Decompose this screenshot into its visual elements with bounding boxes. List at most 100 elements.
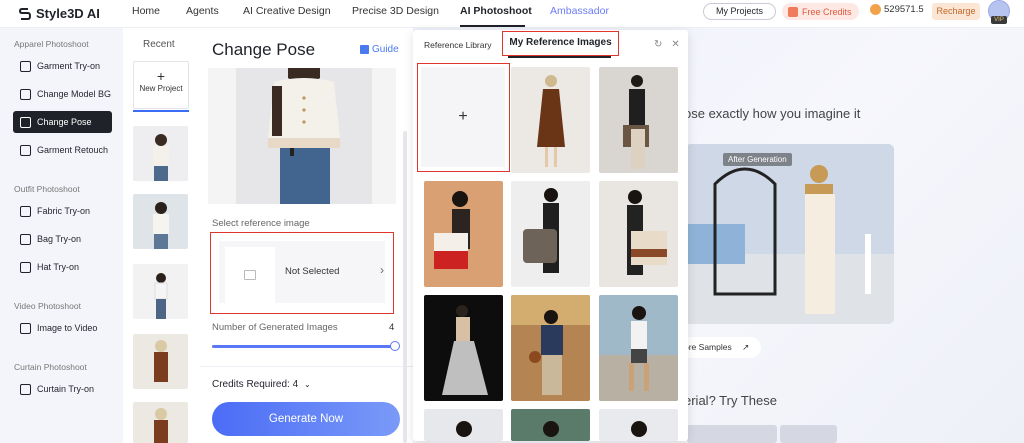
not-selected-text: Not Selected bbox=[285, 266, 340, 277]
form-scrollbar[interactable] bbox=[403, 131, 407, 443]
nav-home[interactable]: Home bbox=[132, 0, 160, 22]
more-samples-label: ore Samples bbox=[684, 342, 732, 352]
model-photo bbox=[133, 264, 188, 319]
recent-thumb-3[interactable] bbox=[133, 264, 188, 319]
model-photo bbox=[599, 409, 678, 441]
sidebar-item-garment-try-on[interactable]: Garment Try-on bbox=[13, 55, 112, 77]
reference-image[interactable] bbox=[424, 409, 503, 441]
upload-reference-button[interactable]: + bbox=[417, 63, 510, 172]
plus-icon: + bbox=[156, 68, 166, 84]
recent-thumb-1[interactable] bbox=[133, 126, 188, 181]
nav-agents[interactable]: Agents bbox=[186, 0, 219, 22]
model-photo bbox=[133, 334, 188, 389]
model-photo bbox=[424, 295, 503, 401]
reference-image[interactable] bbox=[511, 181, 590, 287]
sidebar-item-garment-retouch[interactable]: Garment Retouch bbox=[13, 139, 112, 161]
nav-active-underline bbox=[460, 25, 525, 27]
recharge-button[interactable]: Recharge bbox=[932, 3, 980, 20]
sidebar-item-change-pose[interactable]: Change Pose bbox=[13, 111, 112, 133]
sidebar-item-image-to-video[interactable]: Image to Video bbox=[13, 317, 112, 339]
model-photo bbox=[599, 295, 678, 401]
garment-preview-image bbox=[208, 68, 396, 204]
free-credits-label: Free Credits bbox=[802, 6, 852, 17]
nav-ai-creative-design[interactable]: AI Creative Design bbox=[243, 0, 331, 22]
reference-image[interactable] bbox=[599, 409, 678, 441]
close-icon[interactable]: ✕ bbox=[671, 39, 679, 50]
reference-image[interactable] bbox=[599, 181, 678, 287]
sidebar-item-label: Bag Try-on bbox=[37, 234, 82, 244]
reference-image[interactable] bbox=[424, 295, 503, 401]
sidebar-item-label: Curtain Try-on bbox=[37, 384, 95, 394]
recent-thumb-5[interactable] bbox=[133, 402, 188, 443]
brand-name: Style3D AI bbox=[36, 6, 100, 21]
reference-image[interactable] bbox=[599, 295, 678, 401]
top-bar: Style3D AI Home Agents AI Creative Desig… bbox=[0, 0, 1024, 28]
try-these-thumb[interactable] bbox=[780, 425, 837, 443]
reference-image[interactable] bbox=[599, 67, 678, 173]
new-project-button[interactable]: + New Project bbox=[133, 61, 189, 109]
sidebar-item-hat-try-on[interactable]: Hat Try-on bbox=[13, 256, 112, 278]
try-these-thumb[interactable] bbox=[720, 425, 777, 443]
reference-image-popup: Reference Library My Reference Images ↻ … bbox=[413, 30, 688, 441]
change-pose-form: Change Pose Guide Select reference image… bbox=[200, 28, 413, 443]
reference-image[interactable] bbox=[424, 181, 503, 287]
brand-logo[interactable]: Style3D AI bbox=[18, 6, 100, 21]
generate-now-button[interactable]: Generate Now bbox=[212, 402, 400, 436]
reference-image[interactable] bbox=[511, 295, 590, 401]
free-credits-button[interactable]: Free Credits bbox=[782, 3, 859, 20]
reference-image-selector[interactable]: Not Selected › bbox=[210, 232, 394, 314]
guide-link[interactable]: Guide bbox=[360, 44, 399, 55]
num-images-slider-handle[interactable] bbox=[390, 341, 400, 351]
book-icon bbox=[360, 45, 369, 54]
reference-image[interactable] bbox=[511, 409, 590, 441]
credits-required-text: Credits Required: 4 bbox=[212, 379, 299, 390]
my-projects-button[interactable]: My Projects bbox=[703, 3, 776, 20]
model-photo bbox=[208, 68, 396, 204]
sidebar-item-change-model-bg[interactable]: Change Model BG bbox=[13, 83, 112, 105]
model-photo bbox=[424, 181, 503, 287]
model-photo bbox=[133, 194, 188, 249]
credits-required[interactable]: Credits Required: 4 ⌄ bbox=[212, 379, 311, 390]
sidebar-item-label: Image to Video bbox=[37, 323, 98, 333]
sidebar-item-label: Change Model BG bbox=[37, 89, 112, 99]
nav-ai-photoshoot[interactable]: AI Photoshoot bbox=[460, 0, 532, 22]
retouch-icon bbox=[20, 144, 31, 156]
new-project-label: New Project bbox=[139, 84, 183, 93]
sidebar-item-label: Hat Try-on bbox=[37, 262, 80, 272]
select-reference-label: Select reference image bbox=[212, 218, 310, 229]
nav-precise-3d-design[interactable]: Precise 3D Design bbox=[352, 0, 439, 22]
brand-logo-icon bbox=[18, 7, 32, 20]
recent-title: Recent bbox=[143, 39, 175, 50]
divider bbox=[200, 366, 413, 367]
credit-balance: 529571.5 bbox=[870, 4, 924, 15]
recent-thumb-2[interactable] bbox=[133, 194, 188, 249]
coin-icon bbox=[870, 4, 881, 15]
section-title-curtain: Curtain Photoshoot bbox=[14, 362, 87, 372]
num-images-slider-track[interactable] bbox=[212, 345, 394, 348]
sidebar-item-curtain-try-on[interactable]: Curtain Try-on bbox=[13, 378, 112, 400]
model-photo bbox=[599, 67, 678, 173]
recent-panel: Recent + New Project bbox=[123, 28, 200, 443]
tab-my-reference-images[interactable]: My Reference Images bbox=[502, 31, 619, 56]
chevron-right-icon: › bbox=[380, 263, 384, 277]
reference-image[interactable] bbox=[511, 67, 590, 173]
arrow-up-right-icon: ↗ bbox=[742, 342, 750, 352]
tab-reference-library[interactable]: Reference Library bbox=[424, 40, 492, 50]
nav-ambassador[interactable]: Ambassador bbox=[550, 0, 609, 22]
sidebar-item-fabric-try-on[interactable]: Fabric Try-on bbox=[13, 200, 112, 222]
sidebar-item-bag-try-on[interactable]: Bag Try-on bbox=[13, 228, 112, 250]
refresh-icon[interactable]: ↻ bbox=[654, 39, 662, 50]
try-these-heading: erial? Try These bbox=[684, 393, 777, 408]
chevron-down-icon: ⌄ bbox=[303, 380, 311, 389]
after-generation-sample: After Generation bbox=[685, 144, 894, 324]
section-title-video: Video Photoshoot bbox=[14, 301, 81, 311]
sidebar-item-label: Garment Try-on bbox=[37, 61, 101, 71]
active-tab-underline bbox=[508, 56, 611, 58]
sample-photo bbox=[685, 144, 894, 324]
recent-thumb-4[interactable] bbox=[133, 334, 188, 389]
fabric-icon bbox=[20, 205, 31, 217]
garment-icon bbox=[20, 60, 31, 72]
after-generation-badge: After Generation bbox=[723, 153, 792, 166]
num-images-value: 4 bbox=[389, 322, 395, 333]
vip-badge: VIP bbox=[991, 16, 1007, 24]
